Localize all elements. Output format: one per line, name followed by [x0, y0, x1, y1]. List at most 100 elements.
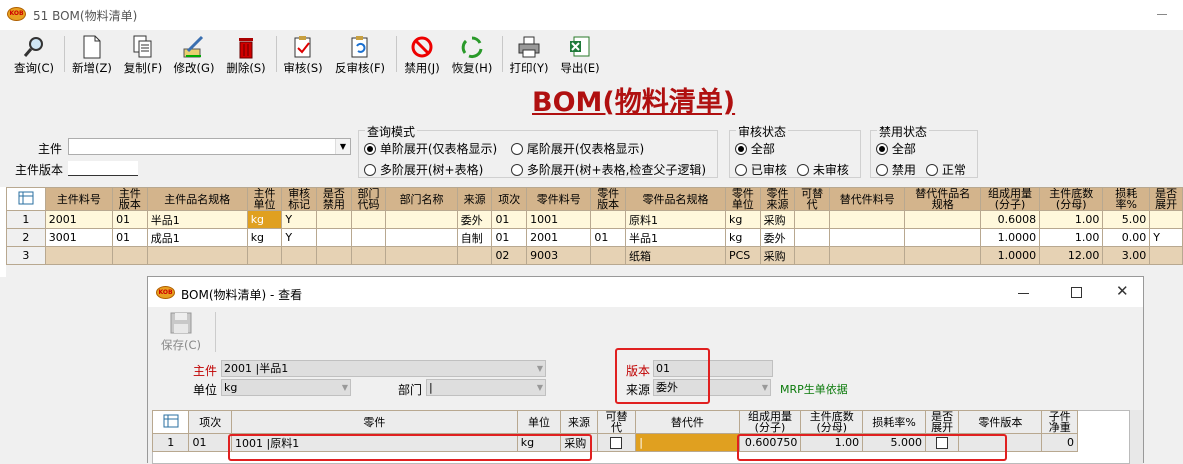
- query-mode-multi-check[interactable]: 多阶展开(树+表格,检查父子逻辑): [511, 161, 706, 178]
- column-header[interactable]: 零件品名规格: [625, 187, 726, 211]
- table-cell[interactable]: [316, 246, 352, 265]
- review-status-approved[interactable]: 已审核: [735, 161, 787, 178]
- dialog-maximize-button[interactable]: [1071, 287, 1082, 298]
- table-cell[interactable]: 01: [112, 210, 148, 229]
- table-cell[interactable]: 成品1: [146, 228, 248, 247]
- column-header[interactable]: 损耗率%: [862, 410, 926, 434]
- table-cell[interactable]: [794, 228, 830, 247]
- column-header[interactable]: 零件料号: [526, 187, 592, 211]
- column-header[interactable]: 零件 来源: [759, 187, 796, 211]
- review-status-all[interactable]: 全部: [735, 140, 775, 157]
- table-cell[interactable]: [246, 246, 283, 265]
- table-cell[interactable]: 01: [112, 228, 148, 247]
- table-cell[interactable]: kg: [246, 228, 283, 247]
- column-header[interactable]: 主件底数 (分母): [1039, 187, 1104, 211]
- disable-status-all[interactable]: 全部: [876, 140, 916, 157]
- table-cell[interactable]: kg: [246, 210, 283, 229]
- column-header[interactable]: 可替 代: [794, 187, 830, 211]
- column-header[interactable]: 零件: [231, 410, 518, 434]
- table-cell[interactable]: 半品1: [146, 210, 248, 229]
- column-header[interactable]: 项次: [188, 410, 233, 434]
- query-mode-single[interactable]: 单阶展开(仅表格显示): [364, 140, 497, 157]
- column-header[interactable]: 部门名称: [385, 187, 458, 211]
- column-header[interactable]: 主件 单位: [246, 187, 283, 211]
- table-cell[interactable]: [1149, 246, 1183, 265]
- export-button[interactable]: 导出(E): [558, 34, 602, 76]
- table-cell[interactable]: 委外: [456, 210, 493, 229]
- table-row[interactable]: 2 3001 01 成品1 kg Y 自制 01 2001 01 半品1 kg 委外 1.0000 1.00…: [6, 228, 1183, 247]
- column-header[interactable]: 单位: [516, 410, 562, 434]
- table-cell[interactable]: [794, 246, 830, 265]
- table-cell[interactable]: [904, 228, 981, 247]
- net-weight-cell[interactable]: 0: [1041, 433, 1078, 452]
- table-cell[interactable]: 自制: [456, 228, 493, 247]
- table-cell[interactable]: 3001: [44, 228, 114, 247]
- disable-button[interactable]: 禁用(J): [400, 34, 444, 76]
- substitutable-checkbox[interactable]: [596, 433, 637, 452]
- column-header[interactable]: 主件料号: [44, 187, 114, 211]
- print-button[interactable]: 打印(Y): [507, 34, 551, 76]
- dialog-grid-scrollbar[interactable]: [1130, 410, 1143, 464]
- table-cell[interactable]: [456, 246, 493, 265]
- column-header[interactable]: 零件版本: [958, 410, 1043, 434]
- column-header[interactable]: 是否 展开: [924, 410, 960, 434]
- minimize-button[interactable]: [1157, 14, 1167, 15]
- dialog-minimize-button[interactable]: [1018, 293, 1029, 294]
- table-cell[interactable]: 0.6008: [979, 210, 1041, 229]
- column-header[interactable]: 替代件料号: [828, 187, 906, 211]
- seq-cell[interactable]: 01: [188, 433, 233, 452]
- main-item-select[interactable]: ▼: [68, 138, 351, 155]
- save-button[interactable]: 保存(C): [161, 312, 201, 353]
- restore-button[interactable]: 恢复(H): [450, 34, 494, 76]
- table-cell[interactable]: [385, 246, 458, 265]
- table-cell[interactable]: [828, 228, 906, 247]
- unapprove-button[interactable]: 反审核(F): [332, 34, 388, 76]
- table-cell[interactable]: Y: [1149, 228, 1183, 247]
- table-cell[interactable]: [44, 246, 114, 265]
- column-header[interactable]: 来源: [456, 187, 493, 211]
- table-cell[interactable]: [590, 210, 627, 229]
- review-status-unapproved[interactable]: 未审核: [797, 161, 849, 178]
- table-cell[interactable]: 1.0000: [979, 228, 1041, 247]
- table-cell[interactable]: [316, 228, 352, 247]
- query-mode-multi[interactable]: 多阶展开(树+表格): [364, 161, 483, 178]
- query-button[interactable]: 查询(C): [12, 34, 56, 76]
- column-header[interactable]: 可替 代: [596, 410, 637, 434]
- table-row[interactable]: 3 02 9003 纸箱 PCS 采购 1.0000 12.00 3.00: [6, 246, 1183, 265]
- column-header[interactable]: 组成用量 (分子): [979, 187, 1041, 211]
- table-cell[interactable]: [794, 210, 830, 229]
- table-cell[interactable]: 采购: [759, 210, 796, 229]
- table-cell[interactable]: 02: [491, 246, 528, 265]
- column-header[interactable]: 是否 禁用: [316, 187, 352, 211]
- edit-button[interactable]: 修改(G): [171, 34, 217, 76]
- column-header[interactable]: 主件底数 (分母): [800, 410, 864, 434]
- table-cell[interactable]: kg: [724, 210, 761, 229]
- table-cell[interactable]: [385, 210, 458, 229]
- column-header[interactable]: 子件 净重: [1041, 410, 1078, 434]
- dialog-close-button[interactable]: ✕: [1116, 282, 1129, 300]
- table-cell[interactable]: 原料1: [625, 210, 726, 229]
- table-cell[interactable]: 12.00: [1039, 246, 1104, 265]
- column-header[interactable]: 组成用量 (分子): [738, 410, 802, 434]
- table-cell[interactable]: 纸箱: [625, 246, 726, 265]
- column-header[interactable]: 审核 标记: [281, 187, 318, 211]
- table-cell[interactable]: [281, 246, 318, 265]
- table-cell[interactable]: PCS: [724, 246, 761, 265]
- disable-status-normal[interactable]: 正常: [926, 161, 966, 178]
- table-cell[interactable]: 1001: [526, 210, 592, 229]
- table-cell[interactable]: 2001: [526, 228, 592, 247]
- table-cell[interactable]: [904, 246, 981, 265]
- table-row[interactable]: 1 2001 01 半品1 kg Y 委外 01 1001 原料1 kg 采购 0.6008 1.00 5.…: [6, 210, 1183, 229]
- table-cell[interactable]: 01: [491, 228, 528, 247]
- delete-button[interactable]: 删除(S): [224, 34, 268, 76]
- column-header[interactable]: 替代件品名 规格: [904, 187, 981, 211]
- column-header[interactable]: 主件品名规格: [146, 187, 248, 211]
- table-cell[interactable]: [1149, 210, 1183, 229]
- table-cell[interactable]: 1.00: [1039, 228, 1104, 247]
- disable-status-disabled[interactable]: 禁用: [876, 161, 916, 178]
- table-cell[interactable]: 半品1: [625, 228, 726, 247]
- table-cell[interactable]: [112, 246, 148, 265]
- query-mode-tail[interactable]: 尾阶展开(仅表格显示): [511, 140, 644, 157]
- table-cell[interactable]: [316, 210, 352, 229]
- table-cell[interactable]: 1.0000: [979, 246, 1041, 265]
